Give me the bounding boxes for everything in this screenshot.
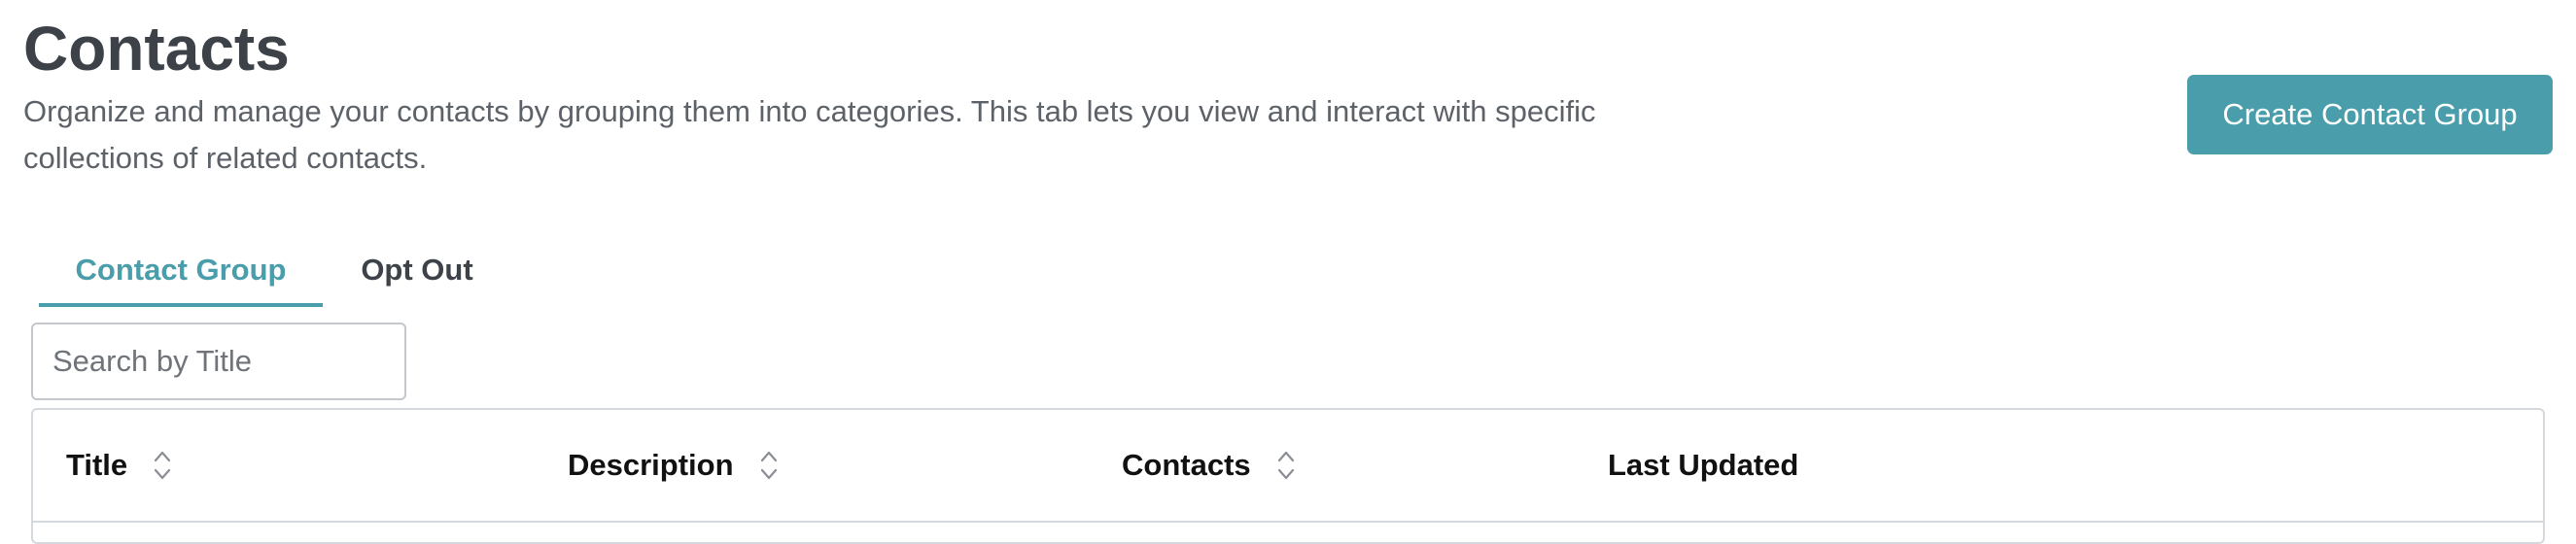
column-header-title[interactable]: Title — [66, 410, 172, 521]
tab-bar: Contact Group Opt Out — [39, 233, 511, 307]
page-description: Organize and manage your contacts by gro… — [23, 94, 1596, 175]
column-header-last-updated: Last Updated — [1608, 410, 1798, 521]
sort-icon[interactable] — [153, 449, 172, 482]
column-header-description[interactable]: Description — [568, 410, 779, 521]
page-title: Contacts — [23, 14, 290, 84]
sort-icon[interactable] — [759, 449, 779, 482]
table-header: Title Description Contacts Last Updated — [33, 410, 2543, 523]
contact-groups-table: Title Description Contacts Last Updated — [31, 408, 2545, 544]
tab-opt-out[interactable]: Opt Out — [323, 233, 511, 307]
column-header-contacts[interactable]: Contacts — [1122, 410, 1296, 521]
column-header-last-updated-label: Last Updated — [1608, 448, 1799, 482]
column-header-description-label: Description — [568, 448, 734, 482]
create-contact-group-button[interactable]: Create Contact Group — [2187, 75, 2553, 154]
column-header-title-label: Title — [66, 448, 128, 482]
column-header-contacts-label: Contacts — [1122, 448, 1251, 482]
search-input[interactable] — [31, 323, 406, 400]
tab-contact-group[interactable]: Contact Group — [39, 233, 323, 307]
sort-icon[interactable] — [1276, 449, 1296, 482]
